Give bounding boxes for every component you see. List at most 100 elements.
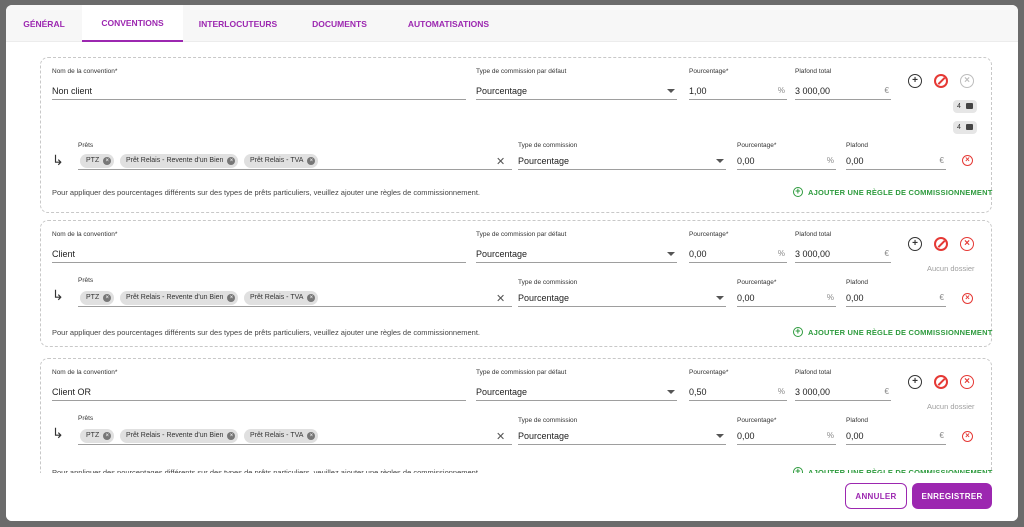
chip-remove-icon[interactable]: × xyxy=(227,157,236,165)
loans-label: Prêts xyxy=(78,415,94,422)
loan-chip: Prêt Relais - Revente d'un Bien × xyxy=(120,154,239,168)
cap-label: Plafond xyxy=(846,417,869,424)
chip-remove-icon[interactable]: × xyxy=(103,432,112,440)
tab-documents[interactable]: DOCUMENTS xyxy=(293,5,386,42)
loan-chip: Prêt Relais - Revente d'un Bien × xyxy=(120,291,239,305)
convention-card: Nom de la convention* Non client Type de… xyxy=(40,57,992,213)
file-count-badge: 4 xyxy=(953,121,977,134)
add-circle-icon[interactable]: + xyxy=(908,74,922,88)
block-icon[interactable] xyxy=(934,74,948,88)
loans-select[interactable]: PTZ × Prêt Relais - Revente d'un Bien × Pr… xyxy=(78,154,512,170)
close-circle-icon[interactable]: × xyxy=(960,375,974,389)
chip-remove-icon[interactable]: × xyxy=(307,432,316,440)
tab-bar: GÉNÉRAL CONVENTIONS INTERLOCUTEURS DOCUM… xyxy=(6,5,1018,42)
loan-chip: Prêt Relais - TVA × xyxy=(244,291,319,305)
block-icon[interactable] xyxy=(934,237,948,251)
folder-count-badge: 4 xyxy=(953,100,977,113)
cap-label: Plafond xyxy=(846,279,869,286)
close-circle-icon[interactable]: × xyxy=(960,237,974,251)
tab-automatisations[interactable]: AUTOMATISATIONS xyxy=(386,5,511,42)
percentage-label: Pourcentage* xyxy=(689,231,729,238)
loans-select[interactable]: PTZ × Prêt Relais - Revente d'un Bien × Pr… xyxy=(78,429,512,445)
percentage-input[interactable]: 0,50% xyxy=(689,385,787,401)
cap-input[interactable]: 0,00 € xyxy=(846,154,946,170)
chip-remove-icon[interactable]: × xyxy=(307,157,316,165)
rule-percentage-input[interactable]: 0,00% xyxy=(737,429,836,445)
chip-remove-icon[interactable]: × xyxy=(227,294,236,302)
chip-remove-icon[interactable]: × xyxy=(227,432,236,440)
folder-icon xyxy=(966,103,973,109)
chevron-down-icon xyxy=(667,390,675,394)
default-type-label: Type de commission par défaut xyxy=(476,231,567,238)
tab-general[interactable]: GÉNÉRAL xyxy=(6,5,82,42)
add-icon: + xyxy=(793,187,803,197)
total-cap-input[interactable]: 3 000,00 € xyxy=(795,247,891,263)
no-file-text: Aucun dossier xyxy=(927,402,975,411)
cap-input[interactable]: 0,00 € xyxy=(846,429,946,445)
loans-select[interactable]: PTZ × Prêt Relais - Revente d'un Bien × Pr… xyxy=(78,291,512,307)
tab-conventions[interactable]: CONVENTIONS xyxy=(82,5,183,42)
subdirectory-arrow-icon: ↳ xyxy=(52,152,64,168)
commission-type-label: Type de commission xyxy=(518,279,578,286)
commission-type-select[interactable]: Pourcentage xyxy=(518,291,726,307)
hint-text: Pour appliquer des pourcentages différen… xyxy=(52,328,481,337)
chip-remove-icon[interactable]: × xyxy=(103,157,112,165)
rule-percentage-label: Pourcentage* xyxy=(737,142,777,149)
total-cap-input[interactable]: 3 000,00 € xyxy=(795,84,891,100)
block-icon[interactable] xyxy=(934,375,948,389)
default-type-select[interactable]: Pourcentage xyxy=(476,247,677,263)
close-icon[interactable]: ✕ xyxy=(496,430,505,443)
loan-chip: PTZ × xyxy=(80,154,115,168)
convention-name-input[interactable]: Client OR xyxy=(52,385,466,401)
chevron-down-icon xyxy=(716,434,724,438)
subdirectory-arrow-icon: ↳ xyxy=(52,287,64,303)
chevron-down-icon xyxy=(667,89,675,93)
add-rule-button[interactable]: + AJOUTER UNE RÈGLE DE COMMISSIONNEMENT xyxy=(793,187,993,197)
rule-percentage-input[interactable]: 0,00% xyxy=(737,154,836,170)
close-circle-icon[interactable]: × xyxy=(962,155,973,166)
convention-card: Nom de la convention* Client Type de com… xyxy=(40,220,992,347)
chip-remove-icon[interactable]: × xyxy=(103,294,112,302)
loan-chip: Prêt Relais - Revente d'un Bien × xyxy=(120,429,239,443)
convention-name-input[interactable]: Client xyxy=(52,247,466,263)
default-type-select[interactable]: Pourcentage xyxy=(476,84,677,100)
file-icon xyxy=(966,124,973,130)
cap-input[interactable]: 0,00 € xyxy=(846,291,946,307)
cancel-button[interactable]: ANNULER xyxy=(845,483,907,509)
total-cap-label: Plafond total xyxy=(795,68,832,75)
total-cap-input[interactable]: 3 000,00 € xyxy=(795,385,891,401)
hint-text: Pour appliquer des pourcentages différen… xyxy=(52,188,481,197)
close-circle-icon[interactable]: × xyxy=(962,431,973,442)
rule-percentage-label: Pourcentage* xyxy=(737,417,777,424)
default-type-select[interactable]: Pourcentage xyxy=(476,385,677,401)
close-icon[interactable]: ✕ xyxy=(496,155,505,168)
add-rule-button[interactable]: + AJOUTER UNE RÈGLE DE COMMISSIONNEMENT xyxy=(793,327,993,337)
chevron-down-icon xyxy=(667,252,675,256)
add-circle-icon[interactable]: + xyxy=(908,375,922,389)
default-type-label: Type de commission par défaut xyxy=(476,369,567,376)
total-cap-label: Plafond total xyxy=(795,369,832,376)
conventions-list[interactable]: Nom de la convention* Non client Type de… xyxy=(6,43,1018,473)
loans-label: Prêts xyxy=(78,277,94,284)
modal-footer: ANNULER ENREGISTRER xyxy=(6,473,1018,521)
percentage-input[interactable]: 0,00% xyxy=(689,247,787,263)
save-button[interactable]: ENREGISTRER xyxy=(912,483,992,509)
add-circle-icon[interactable]: + xyxy=(908,237,922,251)
commission-type-select[interactable]: Pourcentage xyxy=(518,429,726,445)
rule-percentage-input[interactable]: 0,00% xyxy=(737,291,836,307)
close-circle-icon[interactable]: × xyxy=(962,293,973,304)
subdirectory-arrow-icon: ↳ xyxy=(52,425,64,441)
convention-card: Nom de la convention* Client OR Type de … xyxy=(40,358,992,473)
loan-chip: Prêt Relais - TVA × xyxy=(244,154,319,168)
percentage-input[interactable]: 1,00% xyxy=(689,84,787,100)
conventions-modal: GÉNÉRAL CONVENTIONS INTERLOCUTEURS DOCUM… xyxy=(6,5,1018,521)
convention-name-label: Nom de la convention* xyxy=(52,231,118,238)
chevron-down-icon xyxy=(716,296,724,300)
commission-type-select[interactable]: Pourcentage xyxy=(518,154,726,170)
loan-chip: PTZ × xyxy=(80,429,115,443)
chip-remove-icon[interactable]: × xyxy=(307,294,316,302)
close-icon[interactable]: ✕ xyxy=(496,292,505,305)
loan-chip: PTZ × xyxy=(80,291,115,305)
convention-name-input[interactable]: Non client xyxy=(52,84,466,100)
tab-interlocuteurs[interactable]: INTERLOCUTEURS xyxy=(183,5,293,42)
